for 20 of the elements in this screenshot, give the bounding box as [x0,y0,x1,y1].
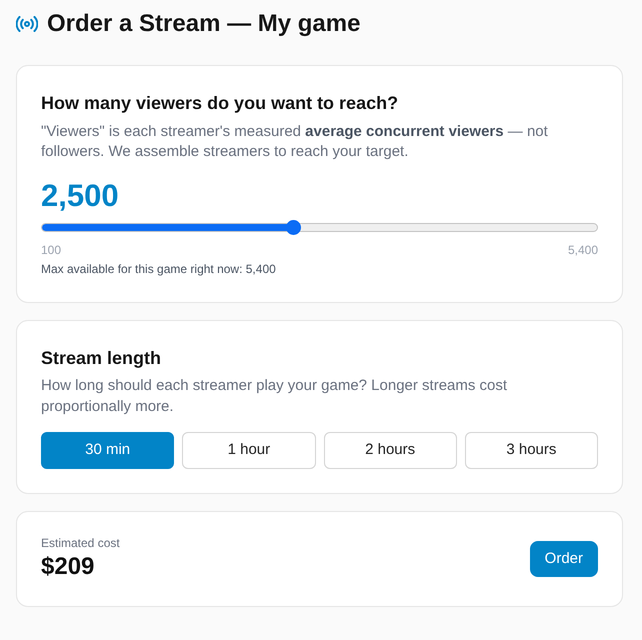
page-title: Order a Stream — My game [47,12,360,36]
duration-option[interactable]: 30 min [41,432,174,469]
broadcast-icon [16,16,38,32]
slider-min-label: 100 [41,242,62,258]
duration-option[interactable]: 1 hour [182,432,316,469]
max-available-note: Max available for this game right now: 5,400 [41,261,277,277]
slider-thumb[interactable] [286,220,302,235]
card-heading: How many viewers do you want to reach? [41,92,400,114]
duration-option[interactable]: 2 hours [324,432,457,469]
card-heading: Stream length [41,347,162,369]
slider-max-label: 5,400 [568,242,598,258]
estimate-label: Estimated cost [41,535,120,551]
viewers-slider[interactable] [41,220,598,235]
slider-track[interactable] [41,223,598,232]
card-description: How long should each streamer play your game? Longer streams cost proportionally more. [41,376,508,417]
order-button[interactable]: Order [530,541,598,577]
viewers-value: 2,500 [41,178,120,214]
card-description: "Viewers" is each streamer's measured average concurrent viewers — not followers. We assemble streamers to reach your target. [41,122,549,162]
duration-option[interactable]: 3 hours [464,432,598,469]
estimated-cost-value: $209 [41,552,96,582]
